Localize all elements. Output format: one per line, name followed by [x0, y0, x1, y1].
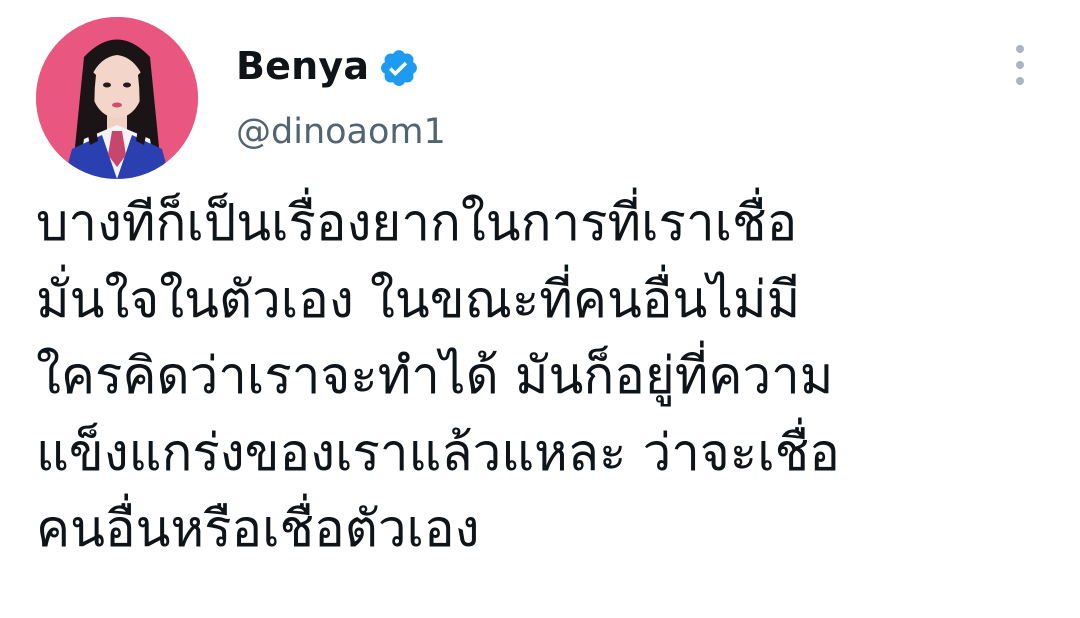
more-vertical-icon-dot — [1016, 77, 1024, 85]
more-vertical-icon — [1016, 45, 1024, 53]
tweet-text-line: ใครคิดว่าเราจะทำได้ มันก็อยู่ที่ความ — [36, 347, 834, 406]
tweet-text-line: คนอื่นหรือเชื่อตัวเอง — [36, 500, 480, 559]
tweet-text: บางทีก็เป็นเรื่องยากในการที่เราเชื่อ มั่… — [36, 186, 1056, 569]
more-options-button[interactable] — [1000, 40, 1040, 90]
author-handle[interactable]: @dinoaom1 — [236, 107, 446, 157]
tweet-card: Benya @dinoaom1 บางทีก็เป็นเรื่องยากในกา… — [0, 0, 1080, 618]
avatar[interactable] — [36, 17, 198, 179]
tweet-text-line: มั่นใจในตัวเอง ในขณะที่คนอื่นไม่มี — [36, 270, 801, 330]
more-vertical-icon-dot — [1016, 61, 1024, 69]
verified-badge-icon — [381, 50, 417, 86]
profile-photo — [36, 17, 198, 179]
tweet-text-line: แข็งแกร่งของเราแล้วแหละ ว่าจะเชื่อ — [36, 423, 840, 483]
author-display-name[interactable]: Benya — [236, 40, 369, 92]
tweet-text-line: บางทีก็เป็นเรื่องยากในการที่เราเชื่อ — [36, 194, 798, 253]
